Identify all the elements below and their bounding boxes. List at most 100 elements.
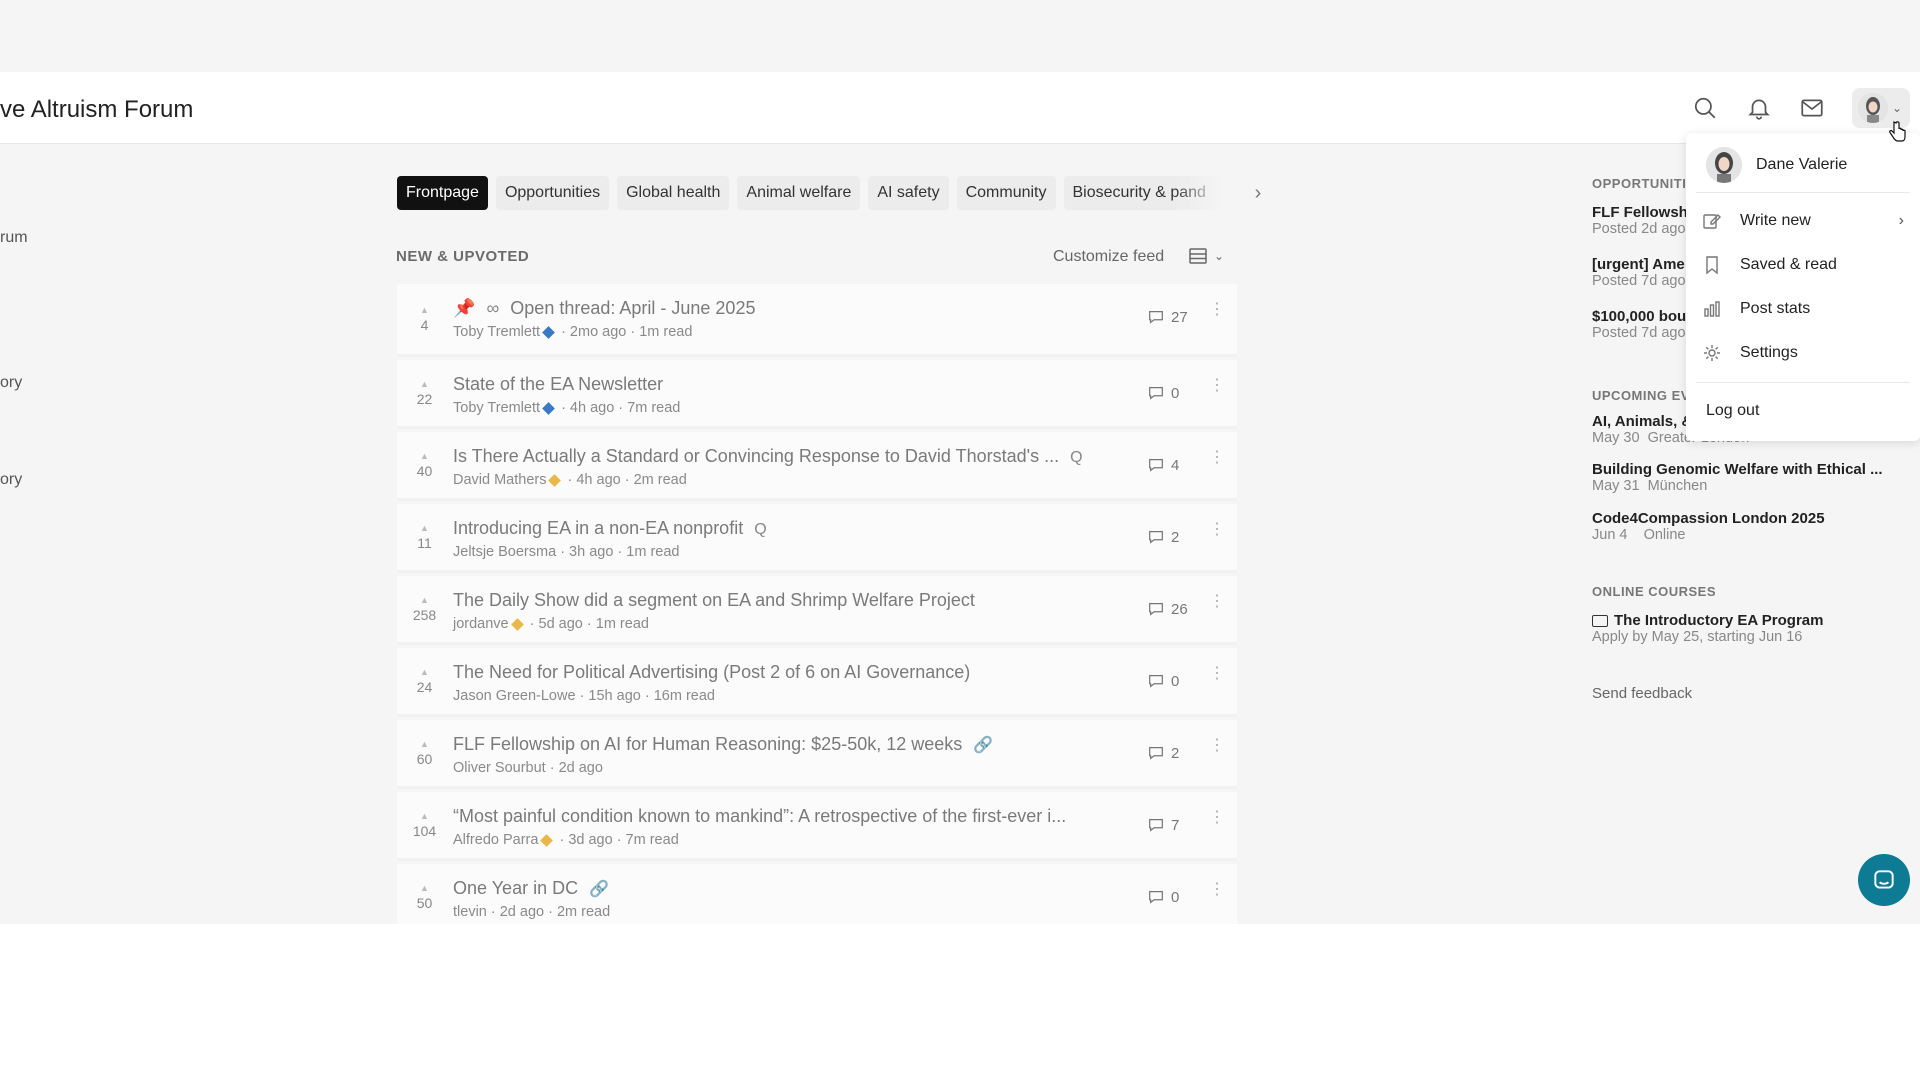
- comments-count[interactable]: 4: [1147, 456, 1179, 474]
- more-options-icon[interactable]: ⋮: [1209, 666, 1225, 682]
- events-heading[interactable]: UPCOMING EV: [1592, 388, 1690, 403]
- more-options-icon[interactable]: ⋮: [1209, 810, 1225, 826]
- comments-count[interactable]: 7: [1147, 816, 1179, 834]
- avatar: [1858, 93, 1888, 123]
- tab-ai-safety[interactable]: AI safety: [868, 176, 949, 210]
- upvote-icon[interactable]: ▲: [420, 667, 429, 677]
- post-title[interactable]: FLF Fellowship on AI for Human Reasoning…: [453, 734, 993, 755]
- opportunity-item[interactable]: FLF Fellowshi Posted 2d ago: [1592, 204, 1692, 237]
- upvote-icon[interactable]: ▲: [420, 811, 429, 821]
- dropdown-user-profile[interactable]: Dane Valerie: [1706, 147, 1847, 183]
- post-meta: Jason Green-Lowe · 15h ago · 16m read: [453, 688, 715, 704]
- comments-count[interactable]: 0: [1147, 384, 1179, 402]
- post-item[interactable]: ▲ 24 The Need for Political Advertising …: [397, 648, 1237, 717]
- vote-widget: ▲ 24: [397, 648, 452, 714]
- post-author[interactable]: Jeltsje Boersma: [453, 544, 556, 560]
- post-item[interactable]: ▲ 104 “Most painful condition known to m…: [397, 792, 1237, 861]
- opportunities-heading[interactable]: OPPORTUNITI: [1592, 176, 1686, 191]
- more-options-icon[interactable]: ⋮: [1209, 522, 1225, 538]
- post-item[interactable]: ▲ 40 Is There Actually a Standard or Con…: [397, 432, 1237, 501]
- post-title[interactable]: “Most painful condition known to mankind…: [453, 806, 1066, 827]
- vote-widget: ▲ 50: [397, 864, 452, 924]
- upvote-icon[interactable]: ▲: [420, 595, 429, 605]
- send-feedback-link[interactable]: Send feedback: [1592, 685, 1692, 702]
- post-title[interactable]: 📌 ∞ Open thread: April - June 2025: [453, 298, 755, 319]
- post-author[interactable]: David Mathers: [453, 472, 546, 488]
- vote-widget: ▲ 258: [397, 576, 452, 642]
- menu-item-write-new[interactable]: Write new ›: [1702, 211, 1904, 231]
- post-author[interactable]: Alfredo Parra: [453, 832, 538, 848]
- chevron-right-icon[interactable]: ›: [1248, 178, 1268, 208]
- menu-item-settings[interactable]: Settings: [1702, 343, 1798, 363]
- tab-animal-welfare[interactable]: Animal welfare: [737, 176, 861, 210]
- post-title[interactable]: State of the EA Newsletter: [453, 374, 663, 395]
- post-author[interactable]: Jason Green-Lowe: [453, 688, 576, 704]
- comments-count[interactable]: 2: [1147, 744, 1179, 762]
- opportunity-item[interactable]: $100,000 bou Posted 7d ago: [1592, 308, 1686, 341]
- more-options-icon[interactable]: ⋮: [1209, 302, 1225, 318]
- post-title[interactable]: The Daily Show did a segment on EA and S…: [453, 590, 975, 611]
- site-title[interactable]: ve Altruism Forum: [0, 96, 193, 124]
- menu-item-post-stats[interactable]: Post stats: [1702, 299, 1810, 319]
- upvote-icon[interactable]: ▲: [420, 451, 429, 461]
- post-title[interactable]: Is There Actually a Standard or Convinci…: [453, 446, 1083, 467]
- comments-count[interactable]: 27: [1147, 308, 1188, 326]
- upvote-icon[interactable]: ▲: [420, 739, 429, 749]
- course-item[interactable]: The Introductory EA Program Apply by May…: [1592, 612, 1823, 645]
- post-author[interactable]: Toby Tremlett: [453, 324, 540, 340]
- post-item[interactable]: ▲ 4 📌 ∞ Open thread: April - June 2025 T…: [397, 284, 1237, 357]
- upvote-icon[interactable]: ▲: [420, 883, 429, 893]
- comments-count[interactable]: 0: [1147, 672, 1179, 690]
- post-author[interactable]: Toby Tremlett: [453, 400, 540, 416]
- post-title[interactable]: One Year in DC 🔗: [453, 878, 609, 899]
- post-author[interactable]: tlevin: [453, 904, 487, 920]
- more-options-icon[interactable]: ⋮: [1209, 378, 1225, 394]
- post-title[interactable]: The Need for Political Advertising (Post…: [453, 662, 970, 683]
- search-icon[interactable]: [1691, 94, 1719, 122]
- upvote-icon[interactable]: ▲: [420, 523, 429, 533]
- bell-icon[interactable]: [1745, 94, 1773, 122]
- comments-number: 2: [1171, 744, 1180, 762]
- more-options-icon[interactable]: ⋮: [1209, 882, 1225, 898]
- more-options-icon[interactable]: ⋮: [1209, 738, 1225, 754]
- more-options-icon[interactable]: ⋮: [1209, 450, 1225, 466]
- sidebar-item[interactable]: rum: [0, 229, 28, 247]
- comments-count[interactable]: 26: [1147, 600, 1188, 618]
- comment-icon: [1149, 602, 1163, 616]
- event-date-location: May 31 München: [1592, 478, 1708, 494]
- chat-support-button[interactable]: [1858, 854, 1910, 906]
- layout-toggle[interactable]: ⌄: [1188, 246, 1224, 266]
- post-item[interactable]: ▲ 50 One Year in DC 🔗 tlevin · 2d ago · …: [397, 864, 1237, 924]
- tab-biosecurity[interactable]: Biosecurity & pand: [1063, 176, 1222, 210]
- sidebar-item[interactable]: ory: [0, 374, 22, 392]
- post-author[interactable]: Oliver Sourbut: [453, 760, 546, 776]
- post-item[interactable]: ▲ 11 Introducing EA in a non-EA nonprofi…: [397, 504, 1237, 573]
- post-item[interactable]: ▲ 258 The Daily Show did a segment on EA…: [397, 576, 1237, 645]
- comments-count[interactable]: 2: [1147, 528, 1179, 546]
- comments-count[interactable]: 0: [1147, 888, 1179, 906]
- sidebar-item[interactable]: ory: [0, 471, 22, 489]
- event-item[interactable]: Code4Compassion London 2025 Jun 4 Online: [1592, 510, 1825, 543]
- post-title[interactable]: Introducing EA in a non-EA nonprofit Q: [453, 518, 767, 539]
- post-item[interactable]: ▲ 60 FLF Fellowship on AI for Human Reas…: [397, 720, 1237, 789]
- menu-item-saved-read[interactable]: Saved & read: [1702, 255, 1837, 275]
- tab-community[interactable]: Community: [956, 176, 1056, 210]
- more-options-icon[interactable]: ⋮: [1209, 594, 1225, 610]
- divider: [1696, 192, 1910, 193]
- comments-number: 2: [1171, 528, 1180, 546]
- tab-opportunities[interactable]: Opportunities: [495, 176, 610, 210]
- chevron-down-icon: ⌄: [1214, 249, 1225, 263]
- mail-icon[interactable]: [1798, 94, 1826, 122]
- event-item[interactable]: Building Genomic Welfare with Ethical ..…: [1592, 461, 1883, 494]
- upvote-icon[interactable]: ▲: [420, 305, 429, 315]
- upvote-icon[interactable]: ▲: [420, 379, 429, 389]
- tab-global-health[interactable]: Global health: [617, 176, 730, 210]
- tab-frontpage[interactable]: Frontpage: [397, 176, 488, 210]
- monitor-icon: [1592, 615, 1608, 628]
- opportunity-title: FLF Fellowshi: [1592, 204, 1692, 221]
- post-author[interactable]: jordanve: [453, 616, 509, 632]
- opportunity-item[interactable]: [urgent] Ame Posted 7d ago: [1592, 256, 1686, 289]
- post-item[interactable]: ▲ 22 State of the EA Newsletter Toby Tre…: [397, 360, 1237, 429]
- logout-button[interactable]: Log out: [1706, 402, 1759, 420]
- customize-feed-button[interactable]: Customize feed: [1053, 248, 1164, 266]
